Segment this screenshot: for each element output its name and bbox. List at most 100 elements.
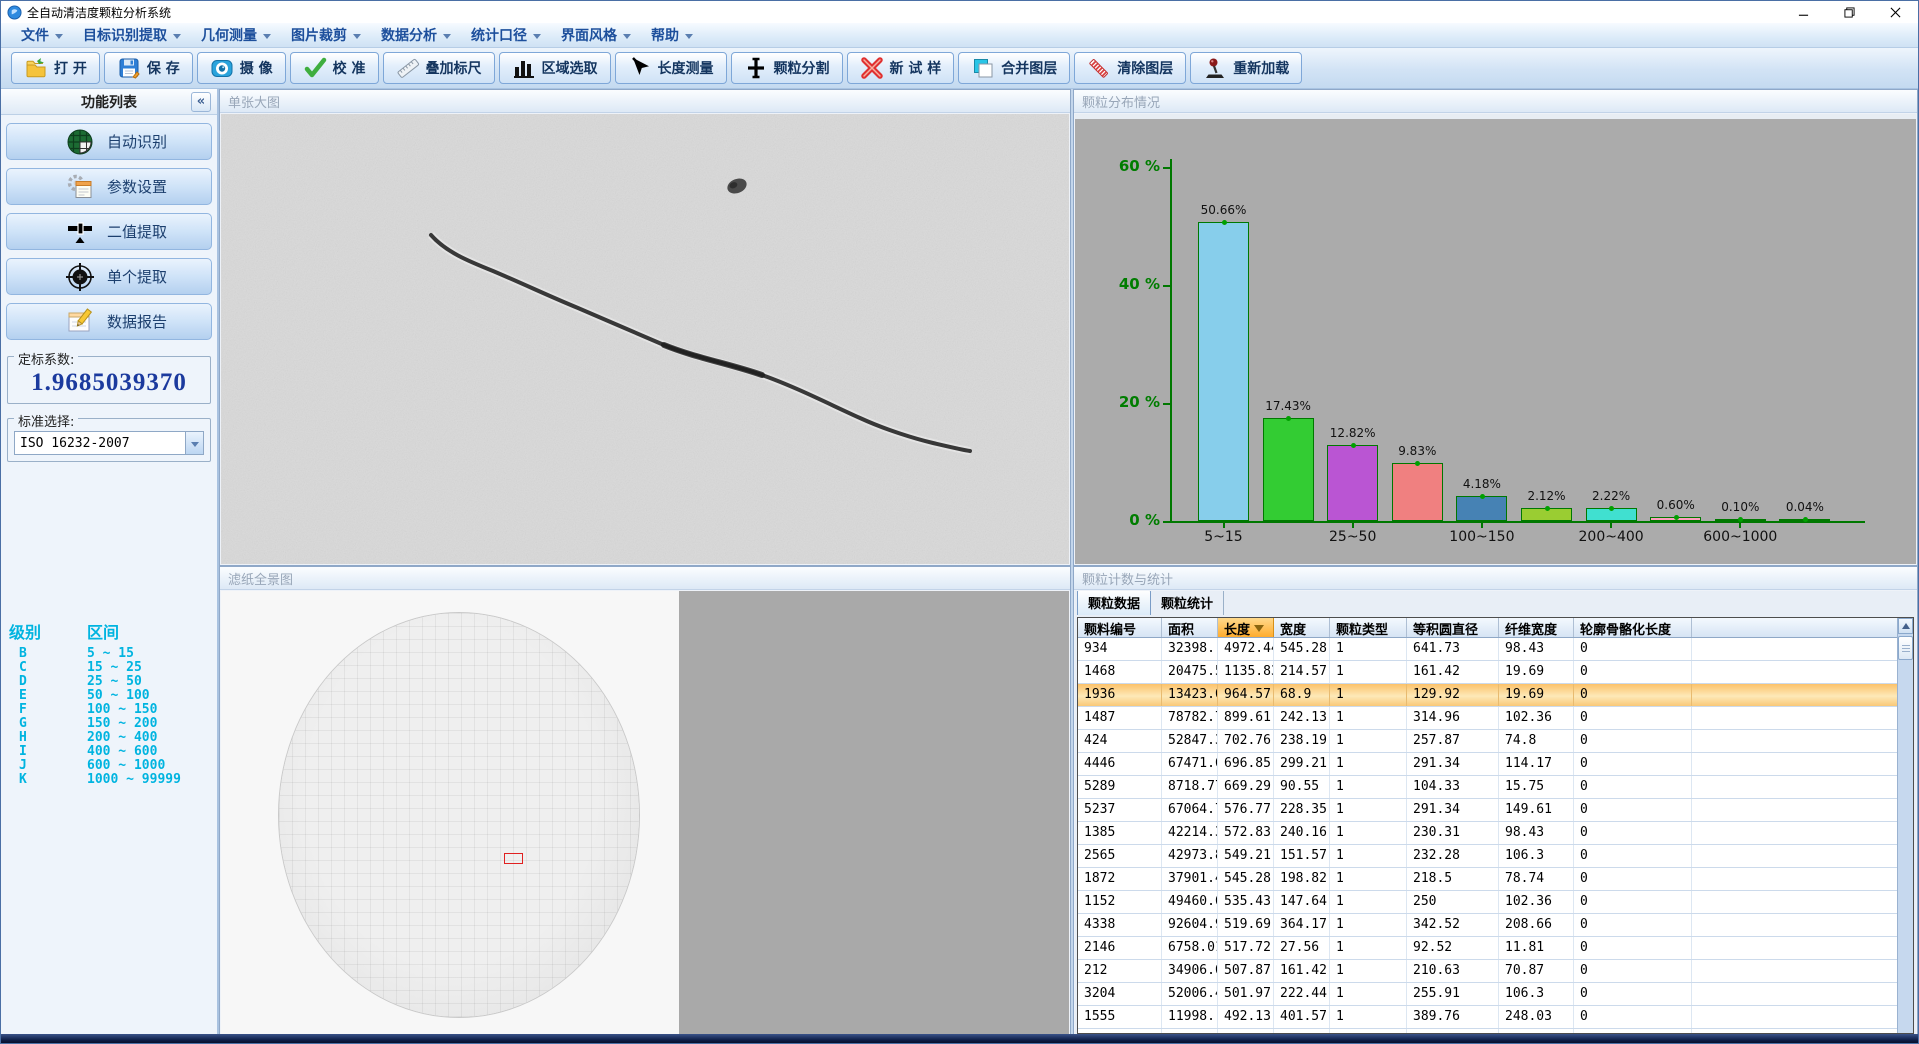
sidebar-function-3[interactable]: 单个提取: [6, 258, 212, 295]
table-row[interactable]: 444667471.63696.85299.211291.34114.170: [1078, 753, 1913, 776]
toolbar-button-label: 校 准: [333, 58, 366, 78]
table-cell: 106.3: [1499, 845, 1574, 867]
table-cell: 507.87: [1218, 960, 1274, 982]
bar-value-label: 0.60%: [1641, 498, 1711, 513]
table-row[interactable]: 187237901.45545.28198.821218.578.740: [1078, 868, 1913, 891]
table-row[interactable]: 523767064.76576.77228.351291.34149.610: [1078, 799, 1913, 822]
toolbar-button-11[interactable]: 重新加载: [1190, 52, 1302, 84]
toolbar-button-0[interactable]: 打 开: [11, 52, 100, 84]
sidebar-function-4[interactable]: 数据报告: [6, 303, 212, 340]
single-image-view[interactable]: [221, 114, 1069, 564]
table-cell: 1: [1330, 1006, 1407, 1028]
toolbar-button-4[interactable]: 叠加标尺: [383, 52, 495, 84]
column-header-3[interactable]: 宽度: [1274, 618, 1330, 637]
function-sidebar: 功能列表 « 自动识别参数设置二值提取单个提取数据报告 定标系数: 1.9685…: [1, 89, 219, 1036]
menu-item-0[interactable]: 文件: [11, 23, 73, 48]
table-row[interactable]: 320452006.48501.97222.441255.91106.30: [1078, 983, 1913, 1006]
table-row[interactable]: 138542214.33572.83240.161230.3198.430: [1078, 822, 1913, 845]
table-row[interactable]: 52898718.77669.2990.551104.3315.750: [1078, 776, 1913, 799]
menu-item-5[interactable]: 统计口径: [461, 23, 551, 48]
minimize-button[interactable]: [1780, 1, 1826, 23]
column-header-2[interactable]: 长度: [1218, 618, 1274, 637]
toolbar-button-label: 长度测量: [658, 58, 714, 78]
toolbar-button-2[interactable]: 摄 像: [197, 52, 286, 84]
menu-item-label: 目标识别提取: [83, 25, 167, 45]
table-row[interactable]: 433892604.94519.69364.171342.52208.660: [1078, 914, 1913, 937]
levels-header-cell: 级别: [9, 619, 87, 643]
auto-detect-icon: [65, 127, 95, 157]
toolbar-button-1[interactable]: 保 存: [104, 52, 193, 84]
table-cell: 98.43: [1499, 638, 1574, 660]
panorama-view[interactable]: [221, 591, 1069, 1034]
table-cell: 1: [1330, 661, 1407, 683]
current-view-marker[interactable]: [504, 853, 523, 864]
chevron-down-icon[interactable]: [185, 432, 203, 454]
menu-item-2[interactable]: 几何测量: [191, 23, 281, 48]
table-cell: 70.87: [1499, 960, 1574, 982]
camera-icon: [210, 56, 234, 80]
level-row: J600 ~ 1000: [9, 759, 209, 773]
level-cell: C: [9, 661, 87, 675]
sidebar-collapse-button[interactable]: «: [191, 92, 211, 112]
sidebar-function-2[interactable]: 二值提取: [6, 213, 212, 250]
toolbar-button-10[interactable]: 清除图层: [1074, 52, 1186, 84]
menu-bar: 文件目标识别提取 几何测量图片裁剪数据分析统计口径界面风格帮助: [1, 23, 1918, 48]
column-header-6[interactable]: 纤维宽度: [1499, 618, 1574, 637]
column-header-5[interactable]: 等积圆直径: [1407, 618, 1499, 637]
close-button[interactable]: [1872, 1, 1918, 23]
toolbar-button-5[interactable]: 区域选取: [499, 52, 611, 84]
column-header-4[interactable]: 颗粒类型: [1330, 618, 1407, 637]
table-cell: 702.76: [1218, 730, 1274, 752]
table-row[interactable]: 148778782.78899.61242.131314.96102.360: [1078, 707, 1913, 730]
table-row[interactable]: 146820475.541135.83214.571161.4219.690: [1078, 661, 1913, 684]
table-row[interactable]: 21234906.07507.87161.421210.6370.870: [1078, 960, 1913, 983]
toolbar-button-9[interactable]: 合并图层: [958, 52, 1070, 84]
toolbar-button-3[interactable]: 校 准: [290, 52, 379, 84]
table-cell: 0: [1574, 753, 1692, 775]
level-row: B5 ~ 15: [9, 647, 209, 661]
table-cell: 92604.94: [1162, 914, 1218, 936]
sidebar-function-1[interactable]: 参数设置: [6, 168, 212, 205]
menu-item-3[interactable]: 图片裁剪: [281, 23, 371, 48]
table-row[interactable]: 155511998...492.13401.571389.76248.030: [1078, 1006, 1913, 1029]
standard-select[interactable]: ISO 16232-2007: [14, 431, 204, 455]
table-scrollbar[interactable]: [1897, 618, 1913, 1033]
toolbar-button-7[interactable]: 颗粒分割: [731, 52, 843, 84]
table-cell: 98.43: [1499, 822, 1574, 844]
table-cell: 102.36: [1499, 891, 1574, 913]
y-tick-label: 0 %: [1098, 511, 1160, 529]
scrollbar-thumb[interactable]: [1898, 636, 1913, 660]
menu-item-4[interactable]: 数据分析: [371, 23, 461, 48]
table-row[interactable]: 93432398...4972.44545.281641.7398.430: [1078, 638, 1913, 661]
table-row[interactable]: 21466758.01517.7227.56192.5211.810: [1078, 937, 1913, 960]
tab-1[interactable]: 颗粒统计: [1151, 591, 1224, 615]
menu-item-1[interactable]: 目标识别提取: [73, 23, 191, 48]
sidebar-function-label: 单个提取: [107, 266, 167, 287]
tab-0[interactable]: 颗粒数据: [1077, 591, 1151, 615]
toolbar-button-label: 新 试 样: [890, 58, 942, 78]
menu-item-6[interactable]: 界面风格: [551, 23, 641, 48]
table-row[interactable]: 115249460.6535.43147.641250102.360: [1078, 891, 1913, 914]
sidebar-function-0[interactable]: 自动识别: [6, 123, 212, 160]
sidebar-function-label: 二值提取: [107, 221, 167, 242]
table-cell: 519.69: [1218, 914, 1274, 936]
column-header-0[interactable]: 颗料编号: [1078, 618, 1162, 637]
toolbar-button-8[interactable]: 新 试 样: [847, 52, 955, 84]
table-row[interactable]: 193613423.03964.5768.91129.9219.690: [1078, 684, 1913, 707]
levels-header-cell: 区间: [87, 619, 119, 643]
toolbar-button-6[interactable]: 长度测量: [615, 52, 727, 84]
table-cell: 255.91: [1407, 983, 1499, 1005]
merge-layers-icon: [971, 56, 995, 80]
table-row[interactable]: 256542973.84549.21151.571232.28106.30: [1078, 845, 1913, 868]
table-cell: 1: [1330, 960, 1407, 982]
scroll-up-icon[interactable]: [1898, 618, 1913, 634]
column-header-1[interactable]: 面积: [1162, 618, 1218, 637]
menu-item-7[interactable]: 帮助: [641, 23, 703, 48]
toolbar-button-label: 摄 像: [240, 58, 273, 78]
level-cell: 50 ~ 100: [87, 689, 150, 703]
column-header-7[interactable]: 轮廓骨骼化长度: [1574, 618, 1692, 637]
table-cell: 19.69: [1499, 684, 1574, 706]
table-row[interactable]: 42452847.36702.76238.191257.8774.80: [1078, 730, 1913, 753]
sidebar-function-label: 数据报告: [107, 311, 167, 332]
restore-button[interactable]: [1826, 1, 1872, 23]
